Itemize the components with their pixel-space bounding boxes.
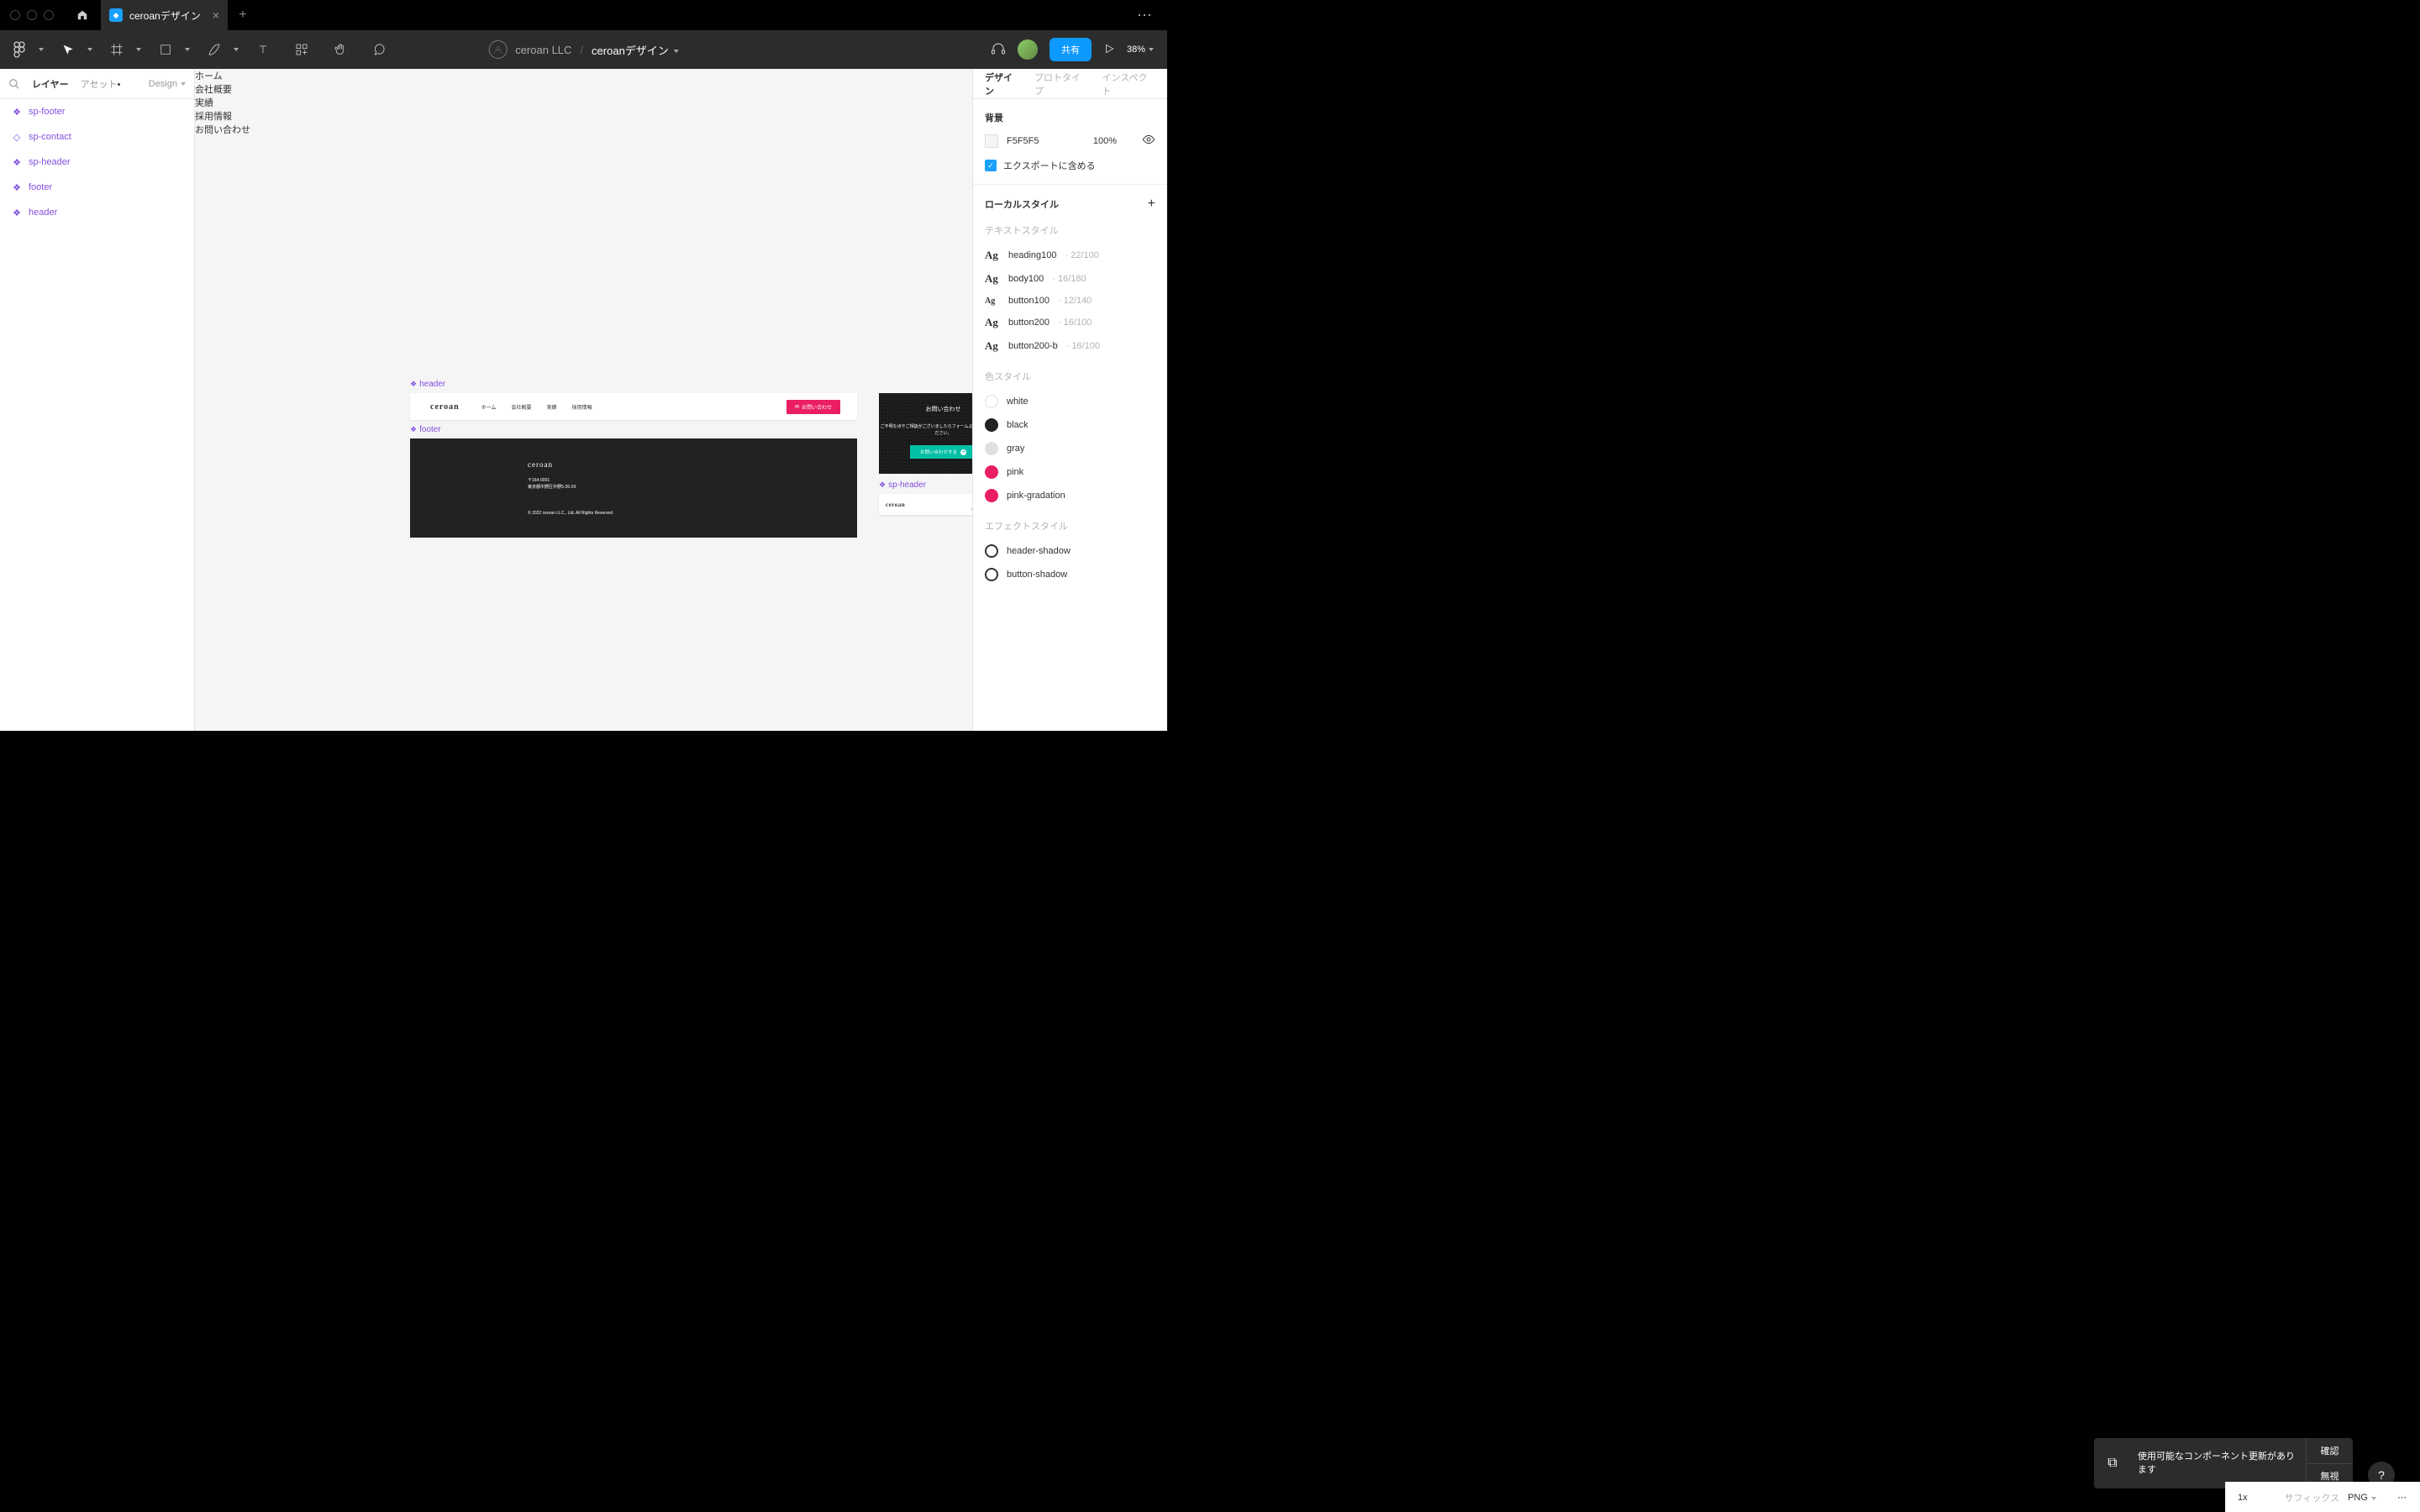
breadcrumb[interactable]: ceroan LLC / ceroanデザイン [488, 40, 679, 59]
text-styles-label: テキストスタイル [985, 223, 1155, 237]
color-style-pink[interactable]: pink [973, 460, 1167, 484]
maximize-window[interactable] [44, 10, 54, 20]
text-style-button100[interactable]: Agbutton100 · 12/140 [973, 291, 1167, 311]
new-tab-button[interactable]: + [228, 8, 258, 23]
search-icon[interactable] [8, 78, 20, 90]
effect-style-header-shadow[interactable]: header-shadow [973, 539, 1167, 563]
window-titlebar: ◆ ceroanデザイン × + ⋯ [0, 0, 1167, 30]
close-window[interactable] [10, 10, 20, 20]
layer-item-sp-contact[interactable]: ◇sp-contact [0, 124, 194, 150]
component-label-footer[interactable]: footer [410, 425, 441, 434]
home-tab[interactable] [64, 0, 101, 30]
color-style-gray[interactable]: gray [973, 437, 1167, 460]
export-more-icon[interactable]: ⋯ [2397, 1492, 2408, 1503]
component-label-header[interactable]: header [410, 380, 445, 389]
hand-tool[interactable] [321, 30, 360, 69]
file-favicon: ◆ [109, 8, 123, 22]
export-format[interactable]: PNG [2348, 1493, 2376, 1503]
team-avatar-icon [488, 40, 507, 59]
user-avatar[interactable] [1018, 39, 1038, 60]
effect-style-button-shadow[interactable]: button-shadow [973, 563, 1167, 586]
layers-tab[interactable]: レイヤー [32, 77, 69, 91]
zoom-level[interactable]: 38% [1127, 45, 1154, 55]
background-opacity[interactable]: 100% [1093, 136, 1117, 146]
frame-header[interactable]: ceroan ホーム会社概要実績採用情報 ✉お問い合わせ [410, 393, 857, 420]
comment-tool[interactable] [360, 30, 398, 69]
tab-title: ceroanデザイン [129, 8, 201, 23]
shape-tool[interactable] [146, 30, 195, 69]
prototype-tab[interactable]: プロトタイプ [1034, 71, 1088, 97]
design-tab[interactable]: デザイン [985, 71, 1021, 97]
text-style-button200-b[interactable]: Agbutton200-b · 16/100 [973, 334, 1167, 358]
pen-tool[interactable] [195, 30, 244, 69]
export-settings-row[interactable]: 1x サフィックス PNG ⋯ [2225, 1482, 2420, 1512]
text-style-body100[interactable]: Agbody100 · 16/180 [973, 267, 1167, 291]
toolbar: ceroan LLC / ceroanデザイン 共有 38% [0, 30, 1167, 69]
resources-tool[interactable] [282, 30, 321, 69]
file-tab[interactable]: ◆ ceroanデザイン × [101, 0, 228, 30]
export-checkbox[interactable]: ✓ [985, 160, 997, 171]
color-style-white[interactable]: white [973, 390, 1167, 413]
toast-confirm-button[interactable]: 確認 [2307, 1438, 2353, 1464]
traffic-lights [0, 10, 64, 20]
page-selector[interactable]: Design [149, 79, 186, 89]
text-tool[interactable] [244, 30, 282, 69]
assets-tab[interactable]: アセット [81, 77, 121, 91]
background-section-title: 背景 [985, 111, 1155, 124]
share-button[interactable]: 共有 [1050, 38, 1092, 61]
export-suffix[interactable]: サフィックス [2285, 1491, 2339, 1504]
library-icon: ⧉ [2094, 1456, 2131, 1471]
frame-tool[interactable] [97, 30, 146, 69]
right-panel: デザイン プロトタイプ インスペクト 背景 F5F5F5 100% ✓ エクスポ… [972, 69, 1167, 731]
background-swatch[interactable] [985, 134, 998, 148]
layer-item-footer[interactable]: ❖footer [0, 175, 194, 200]
text-style-button200[interactable]: Agbutton200 · 16/100 [973, 311, 1167, 334]
layer-item-sp-header[interactable]: ❖sp-header [0, 150, 194, 175]
export-scale[interactable]: 1x [2238, 1493, 2248, 1503]
file-name[interactable]: ceroanデザイン [592, 42, 679, 58]
close-tab-icon[interactable]: × [213, 8, 219, 22]
layer-item-sp-footer[interactable]: ❖sp-footer [0, 99, 194, 124]
background-hex[interactable]: F5F5F5 [1007, 136, 1039, 146]
add-style-icon[interactable]: + [1148, 197, 1155, 212]
color-style-pink-gradation[interactable]: pink-gradation [973, 484, 1167, 507]
visibility-icon[interactable] [1142, 133, 1155, 149]
window-menu-icon[interactable]: ⋯ [1137, 7, 1167, 24]
frame-footer[interactable]: ceroan 〒164-0001東京都中野区中野5-26-29 © 2022 c… [410, 438, 857, 538]
toast-message: 使用可能なコンポーネント更新があります [2131, 1450, 2306, 1478]
frame-sp-contact[interactable]: お問い合わせ ご不明な点やご相談がございましたらフォームよりお問い合わせください… [879, 393, 972, 474]
local-styles-title: ローカルスタイル [985, 197, 1059, 211]
canvas[interactable]: header ceroan ホーム会社概要実績採用情報 ✉お問い合わせ foot… [195, 69, 972, 731]
color-style-black[interactable]: black [973, 413, 1167, 437]
headphones-icon[interactable] [991, 41, 1006, 59]
layer-item-header[interactable]: ❖header [0, 200, 194, 225]
update-toast: ⧉ 使用可能なコンポーネント更新があります 確認 無視 [2094, 1438, 2353, 1488]
team-name[interactable]: ceroan LLC [515, 44, 571, 56]
frame-sp-header[interactable]: ceroan ≡メニュー [879, 494, 972, 515]
color-styles-label: 色スタイル [985, 370, 1155, 383]
inspect-tab[interactable]: インスペクト [1102, 71, 1155, 97]
effect-styles-label: エフェクトスタイル [985, 519, 1155, 533]
figma-menu[interactable] [0, 30, 49, 69]
minimize-window[interactable] [27, 10, 37, 20]
left-panel: レイヤー アセット Design ❖sp-footer◇sp-contact❖s… [0, 69, 195, 731]
present-icon[interactable] [1103, 43, 1115, 57]
component-label-sp-header[interactable]: sp-header [879, 480, 926, 490]
export-label: エクスポートに含める [1003, 159, 1096, 172]
text-style-heading100[interactable]: Agheading100 · 22/100 [973, 244, 1167, 267]
